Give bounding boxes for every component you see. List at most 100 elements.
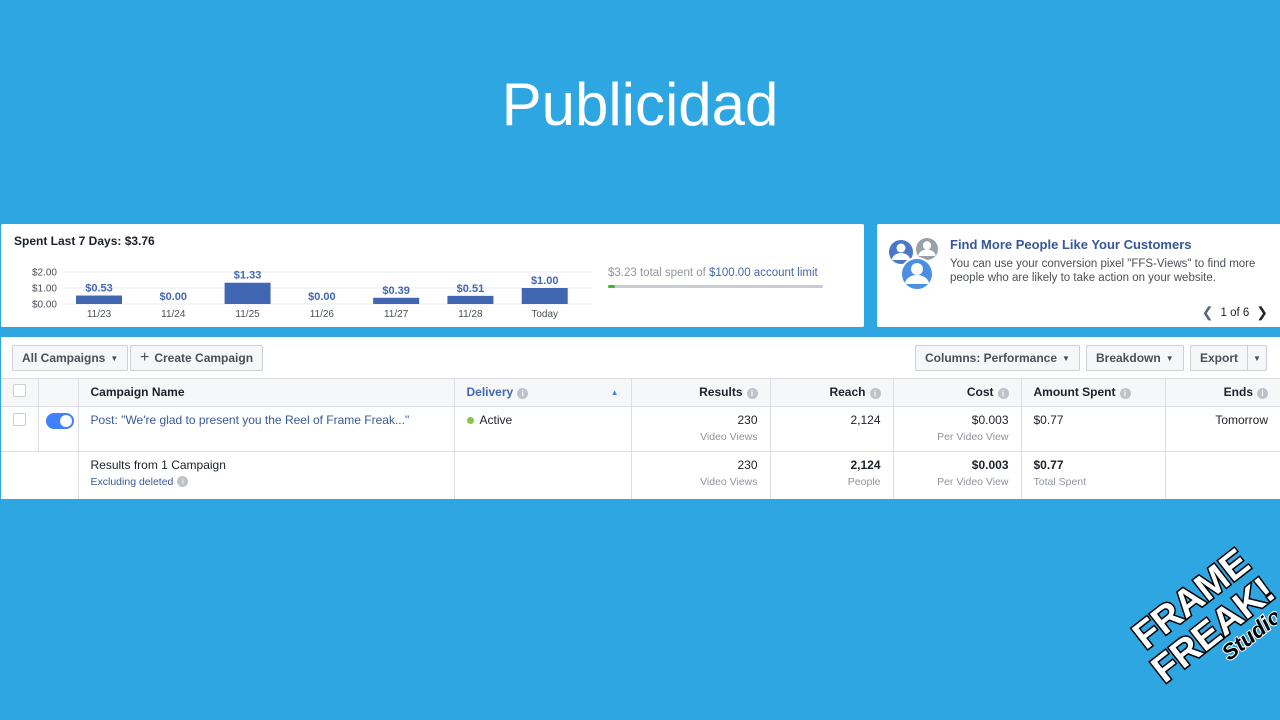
totals-reach-value: 2,124 <box>850 457 881 472</box>
all-campaigns-dropdown[interactable]: All Campaigns ▼ <box>12 345 129 371</box>
chart-value-label: $0.00 <box>160 291 188 303</box>
info-icon[interactable]: i <box>997 387 1009 399</box>
column-ends[interactable]: Ends i <box>1165 379 1280 407</box>
columns-dropdown[interactable]: Columns: Performance ▼ <box>915 345 1080 371</box>
slide-title: Publicidad <box>501 71 779 138</box>
campaigns-panel: All Campaigns ▼ + Create Campaign Column… <box>1 337 1280 499</box>
info-icon[interactable]: i <box>746 387 758 399</box>
chart-y-tick-label: $1.00 <box>32 284 57 295</box>
totals-results-sub: Video Views <box>700 475 758 488</box>
table-row: Post: "We're glad to present you the Ree… <box>1 406 1280 452</box>
delivery-header: Delivery <box>466 385 514 400</box>
campaigns-toolbar: All Campaigns ▼ + Create Campaign Column… <box>1 337 1280 379</box>
sort-ascending-icon: ▲ <box>610 388 619 398</box>
account-limit-progress-fill <box>608 285 615 288</box>
chart-x-tick-label: Today <box>531 309 558 320</box>
column-reach[interactable]: Reach i <box>770 379 894 407</box>
export-chevron-down-icon[interactable]: ▼ <box>1247 346 1266 370</box>
info-icon[interactable]: i <box>869 387 881 399</box>
results-sub: Video Views <box>700 430 758 443</box>
select-all-cell <box>1 379 39 407</box>
info-icon[interactable]: i <box>517 387 529 399</box>
totals-delivery-cell <box>454 451 632 499</box>
totals-cost-cell: $0.003 Per Video View <box>893 451 1022 499</box>
totals-amount-cell: $0.77 Total Spent <box>1021 451 1166 499</box>
excluding-deleted-label: Excluding deleted <box>90 475 174 488</box>
column-delivery[interactable]: Delivery i ▲ <box>454 379 632 407</box>
chart-value-label: $0.53 <box>85 283 113 295</box>
select-all-checkbox[interactable] <box>13 384 26 398</box>
totals-results-cell: 230 Video Views <box>631 451 771 499</box>
column-amount-spent[interactable]: Amount Spent i <box>1021 379 1166 407</box>
promo-pager: ❮ 1 of 6 ❯ <box>1202 304 1268 321</box>
reach-header: Reach <box>829 385 866 400</box>
promo-description: You can use your conversion pixel "FFS-V… <box>950 258 1256 284</box>
campaigns-table: Campaign Name Delivery i ▲ Results i Reach i… <box>1 379 1280 499</box>
chart-x-tick-label: 11/26 <box>310 309 335 320</box>
export-label: Export <box>1200 351 1239 365</box>
chevron-down-icon: ▼ <box>1165 353 1174 363</box>
column-campaign-name[interactable]: Campaign Name <box>78 379 455 407</box>
totals-amount-value: $0.77 <box>1033 457 1064 472</box>
chart-x-tick-label: 11/23 <box>87 309 112 320</box>
chart-value-label: $1.33 <box>234 270 262 282</box>
amount-spent-header: Amount Spent <box>1033 385 1116 400</box>
chart-bar <box>373 297 420 304</box>
chart-x-tick-label: 11/27 <box>384 309 409 320</box>
amount-spent-cell: $0.77 <box>1021 406 1166 452</box>
plus-icon: + <box>140 349 150 366</box>
pager-label: 1 of 6 <box>1220 306 1250 319</box>
totals-results-value: 230 <box>737 457 758 472</box>
cost-value: $0.003 <box>971 412 1009 427</box>
totals-ends-cell <box>1165 451 1280 499</box>
row-toggle-cell <box>38 406 79 452</box>
info-icon[interactable]: i <box>177 476 189 488</box>
chart-value-label: $1.00 <box>531 275 559 287</box>
reach-value: 2,124 <box>850 412 881 427</box>
chart-x-tick-label: 11/28 <box>458 309 483 320</box>
export-button[interactable]: Export ▼ <box>1190 345 1267 371</box>
row-checkbox[interactable] <box>13 412 26 426</box>
chart-bar <box>521 288 568 304</box>
totals-reach-sub: People <box>847 475 881 488</box>
toggle-knob <box>59 414 72 427</box>
table-header-row: Campaign Name Delivery i ▲ Results i Reach i… <box>1 379 1280 407</box>
column-results[interactable]: Results i <box>631 379 771 407</box>
cost-cell: $0.003 Per Video View <box>893 406 1022 452</box>
frame-freak-studio-logo: FRAME FREAK! Studio <box>1124 540 1277 693</box>
info-icon[interactable]: i <box>1257 387 1268 399</box>
ends-cell: Tomorrow <box>1165 406 1280 452</box>
chart-bar <box>447 295 494 304</box>
ends-value: Tomorrow <box>1215 412 1268 427</box>
totals-name-cell: Results from 1 Campaign Excluding deleted… <box>78 451 455 499</box>
promo-panel: Find More People Like Your Customers You… <box>877 224 1280 327</box>
column-cost[interactable]: Cost i <box>893 379 1022 407</box>
breakdown-dropdown[interactable]: Breakdown ▼ <box>1086 345 1184 371</box>
campaign-toggle[interactable] <box>45 412 74 429</box>
info-icon[interactable]: i <box>1119 387 1131 399</box>
account-limit-progress <box>608 285 823 288</box>
chart-y-tick-label: $2.00 <box>32 268 57 279</box>
total-spent-text: $3.23 total spent of <box>608 267 706 279</box>
ends-header: Ends <box>1223 385 1253 400</box>
results-header: Results <box>699 385 743 400</box>
chevron-left-icon[interactable]: ❮ <box>1202 304 1214 321</box>
totals-spacer <box>1 451 79 499</box>
spent-bar-chart: $2.00 $1.00 $0.00 $0.53 11/23 $0.00 11/24 $1.33… <box>32 268 593 320</box>
chart-x-tick-label: 11/25 <box>235 309 260 320</box>
totals-cost-value: $0.003 <box>971 457 1009 472</box>
spent-panel: Spent Last 7 Days: $3.76 $2.00 $1.00 $0.00… <box>1 224 864 327</box>
chart-y-tick-label: $0.00 <box>32 300 57 311</box>
promo-title[interactable]: Find More People Like Your Customers <box>950 237 1192 252</box>
account-limit-link[interactable]: $100.00 account limit <box>709 267 818 279</box>
excluding-deleted: Excluding deleted i <box>91 476 442 488</box>
campaign-name-link[interactable]: Post: "We're glad to present you the Ree… <box>91 413 410 427</box>
campaign-name-header: Campaign Name <box>90 385 185 400</box>
cost-header: Cost <box>966 385 994 400</box>
create-campaign-button[interactable]: + Create Campaign <box>130 345 264 371</box>
totals-name: Results from 1 Campaign <box>90 457 226 472</box>
columns-label: Columns: Performance <box>925 351 1058 365</box>
chevron-down-icon: ▼ <box>110 353 119 363</box>
chevron-right-icon[interactable]: ❯ <box>1256 304 1268 321</box>
row-select-cell <box>1 406 39 452</box>
